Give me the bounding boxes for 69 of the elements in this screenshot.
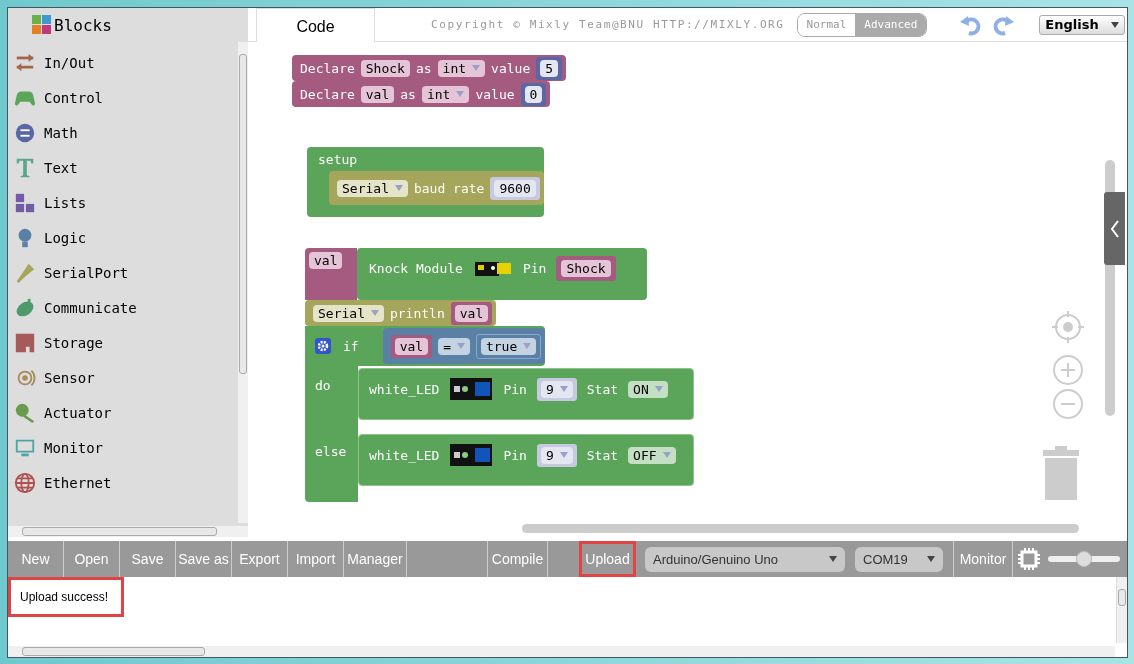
serial-dropdown[interactable]: Serial: [337, 179, 408, 197]
scrollbar[interactable]: [8, 646, 1115, 657]
trash-icon[interactable]: [1041, 446, 1081, 502]
category-item[interactable]: SerialPort: [14, 255, 234, 290]
category-item[interactable]: Math: [14, 115, 234, 150]
scrollbar[interactable]: [522, 524, 1079, 533]
state-dropdown[interactable]: OFF: [628, 446, 676, 464]
serial-baud-block[interactable]: Serial baud rate 9600: [329, 171, 544, 205]
compare-block[interactable]: val = true: [382, 328, 546, 364]
variable-field[interactable]: val: [360, 85, 395, 103]
category-item[interactable]: Text: [14, 150, 234, 185]
variable-field[interactable]: Shock: [360, 59, 410, 77]
else-label: else: [314, 443, 348, 459]
category-item[interactable]: Communicate: [14, 290, 234, 325]
number-field[interactable]: 9600: [494, 179, 536, 197]
zoom-in-icon[interactable]: [1052, 354, 1084, 386]
led-block[interactable]: white_LED Pin 9 Stat ON: [358, 368, 694, 420]
number-field[interactable]: 0: [524, 85, 543, 103]
if-block[interactable]: if val = true do white_LED Pin 9 Stat ON else white_LED Pin 9 Stat OFF: [305, 326, 694, 502]
code-tab[interactable]: Code: [256, 7, 375, 42]
led-block[interactable]: white_LED Pin 9 Stat OFF: [358, 434, 694, 486]
scrollbar[interactable]: [237, 42, 248, 523]
category-item[interactable]: Monitor: [14, 430, 234, 465]
blocks-title: Blocks: [54, 15, 112, 35]
center-icon[interactable]: [1052, 311, 1084, 343]
serial-println-block[interactable]: Serial println val: [305, 300, 497, 326]
output-message: Upload success!: [20, 590, 109, 604]
scrollbar[interactable]: [8, 526, 248, 537]
variable-field[interactable]: val: [454, 304, 489, 322]
pin-dropdown[interactable]: 9: [540, 446, 573, 464]
puzzle-icon: [30, 13, 54, 37]
gear-icon[interactable]: [315, 338, 331, 354]
category-item[interactable]: Logic: [14, 220, 234, 255]
port-select[interactable]: COM19: [855, 546, 943, 572]
knock-module-block[interactable]: Knock Module Pin Shock: [357, 248, 647, 300]
category-item[interactable]: Actuator: [14, 395, 234, 430]
copyright-text: Copyright © Mixly Team@BNU HTTP://MIXLY.ORG: [431, 18, 785, 31]
declare-block[interactable]: Declare Shock as int value 5: [292, 55, 567, 81]
variable-field[interactable]: Shock: [561, 259, 611, 277]
category-item[interactable]: Sensor: [14, 360, 234, 395]
variable-field[interactable]: val: [309, 252, 343, 269]
language-select[interactable]: English: [1039, 14, 1125, 35]
number-field[interactable]: 5: [540, 59, 559, 77]
pin-dropdown[interactable]: 9: [540, 380, 573, 398]
category-item[interactable]: In/Out: [14, 45, 234, 80]
board-select[interactable]: Arduino/Genuino Uno: [645, 546, 845, 572]
variable-field[interactable]: val: [394, 337, 429, 355]
boolean-dropdown[interactable]: true: [480, 337, 537, 355]
state-dropdown[interactable]: ON: [628, 380, 668, 398]
type-dropdown[interactable]: int: [421, 85, 470, 103]
speed-slider[interactable]: [1048, 551, 1120, 567]
assign-block[interactable]: val: [305, 248, 357, 300]
scrollbar[interactable]: [1116, 577, 1127, 643]
operator-dropdown[interactable]: =: [438, 337, 470, 355]
category-item[interactable]: Storage: [14, 325, 234, 360]
type-dropdown[interactable]: int: [437, 59, 486, 77]
setup-block[interactable]: setup Serial baud rate 9600: [307, 147, 544, 217]
category-item[interactable]: Lists: [14, 185, 234, 220]
led-module-icon: [449, 442, 494, 468]
category-item[interactable]: Ethernet: [14, 465, 234, 500]
do-label: do: [314, 377, 332, 393]
serial-dropdown[interactable]: Serial: [313, 304, 384, 322]
led-module-icon: [449, 376, 494, 402]
declare-block[interactable]: Declare val as int value 0: [292, 81, 551, 107]
chip-icon[interactable]: [1017, 547, 1041, 571]
category-item[interactable]: Control: [14, 80, 234, 115]
zoom-out-icon[interactable]: [1052, 388, 1084, 420]
chevron-left-icon: [1109, 218, 1120, 239]
collapse-handle[interactable]: [1104, 192, 1125, 265]
